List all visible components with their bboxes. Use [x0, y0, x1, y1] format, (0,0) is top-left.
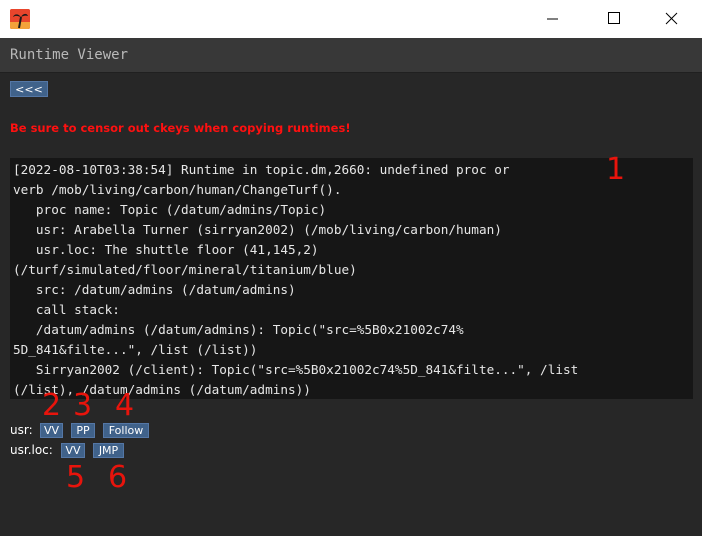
annotation-6: 6 — [108, 460, 128, 495]
back-button[interactable]: <<< — [10, 81, 48, 97]
window-titlebar — [0, 0, 702, 38]
minimize-button[interactable] — [530, 0, 576, 38]
maximize-button[interactable] — [590, 0, 636, 38]
log-line: [2022-08-10T03:38:54] Runtime in topic.d… — [13, 162, 510, 177]
usr-follow-button[interactable]: Follow — [103, 423, 149, 438]
usr-label: usr: — [10, 423, 33, 437]
log-line: 5D_841&filte...", /list (/list)) — [13, 342, 258, 357]
app-palm-icon — [10, 9, 30, 29]
close-button[interactable] — [648, 0, 694, 38]
usr-vv-button[interactable]: VV — [40, 423, 63, 438]
usr-loc-label: usr.loc: — [10, 443, 53, 457]
annotation-4: 4 — [115, 388, 135, 423]
loc-jmp-button[interactable]: JMP — [93, 443, 124, 458]
log-line: src: /datum/admins (/datum/admins) — [13, 282, 296, 297]
loc-vv-button[interactable]: VV — [61, 443, 85, 458]
log-line: usr.loc: The shuttle floor (41,145,2) — [13, 242, 319, 257]
log-line: proc name: Topic (/datum/admins/Topic) — [13, 202, 327, 217]
runtime-log-text: [2022-08-10T03:38:54] Runtime in topic.d… — [13, 160, 693, 400]
log-line: /datum/admins (/datum/admins): Topic("sr… — [13, 322, 464, 337]
censor-warning: Be sure to censor out ckeys when copying… — [10, 121, 351, 135]
log-line: verb /mob/living/carbon/human/ChangeTurf… — [13, 182, 342, 197]
log-line: usr: Arabella Turner (sirryan2002) (/mob… — [13, 222, 502, 237]
annotation-5: 5 — [66, 460, 86, 495]
runtime-log-panel: [2022-08-10T03:38:54] Runtime in topic.d… — [10, 158, 693, 399]
log-line: Sirryan2002 (/client): Topic("src=%5B0x2… — [13, 362, 579, 377]
annotation-3: 3 — [73, 388, 93, 423]
page-title: Runtime Viewer — [10, 47, 129, 63]
annotation-2: 2 — [42, 388, 62, 423]
usr-pp-button[interactable]: PP — [71, 423, 95, 438]
app-header: Runtime Viewer — [0, 38, 702, 73]
log-line: (/turf/simulated/floor/mineral/titanium/… — [13, 262, 357, 277]
annotation-1: 1 — [606, 152, 626, 187]
log-line: call stack: — [13, 302, 120, 317]
